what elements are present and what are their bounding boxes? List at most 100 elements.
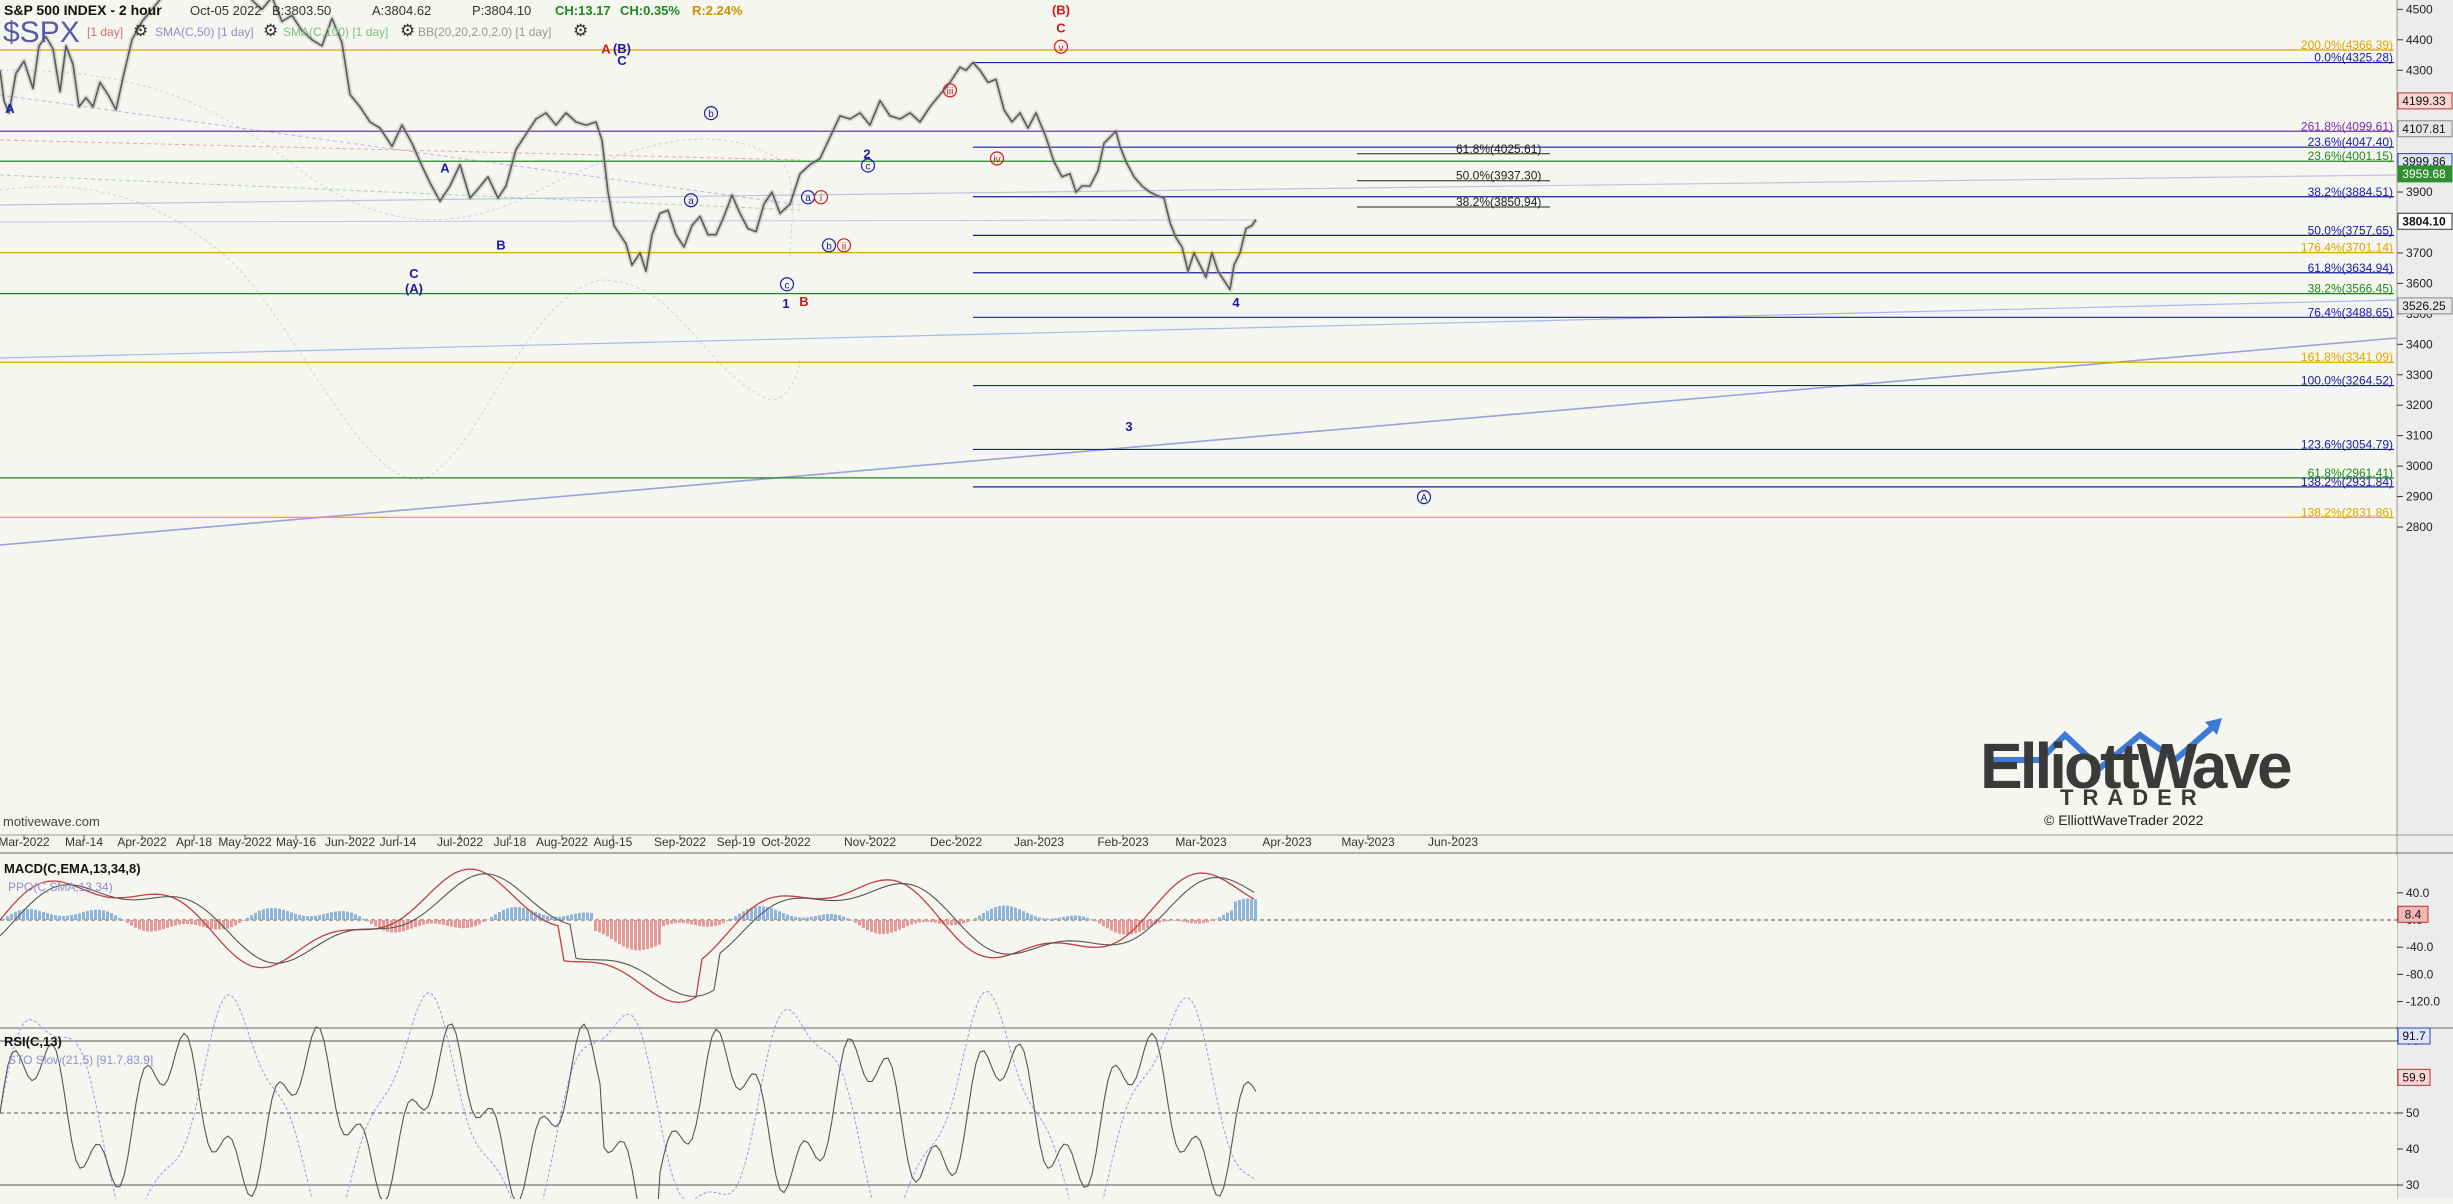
- gear-icon[interactable]: ⚙: [133, 21, 148, 40]
- macd-histogram-bar: [310, 916, 313, 920]
- macd-histogram-bar: [98, 910, 101, 920]
- macd-histogram-bar: [110, 913, 113, 920]
- x-tick-label: Feb-2023: [1097, 835, 1149, 849]
- macd-histogram-bar: [646, 920, 649, 949]
- macd-histogram-bar: [522, 908, 525, 920]
- ppo-title: PPO(C,SMA,13,34): [8, 880, 113, 894]
- x-tick-label: Apr-2022: [117, 835, 167, 849]
- chart-canvas[interactable]: 2800290030003100320033003400350036003700…: [0, 0, 2453, 1199]
- macd-histogram-bar: [2, 919, 5, 920]
- macd-histogram-bar: [1218, 917, 1221, 920]
- macd-histogram-bar: [326, 913, 329, 920]
- y-tick-label: 4400: [2406, 33, 2433, 47]
- macd-histogram-bar: [494, 914, 497, 920]
- macd-histogram-bar: [418, 920, 421, 926]
- macd-histogram-bar: [1238, 900, 1241, 920]
- gear-icon[interactable]: ⚙: [263, 21, 278, 40]
- macd-histogram-bar: [58, 916, 61, 920]
- macd-histogram-bar: [274, 908, 277, 920]
- macd-histogram-bar: [950, 920, 953, 925]
- macd-histogram-bar: [354, 914, 357, 920]
- macd-histogram-bar: [626, 920, 629, 948]
- macd-histogram-bar: [434, 920, 437, 924]
- wave-label: 4: [1232, 295, 1240, 310]
- macd-histogram-bar: [986, 911, 989, 920]
- macd-histogram-bar: [706, 920, 709, 927]
- macd-histogram-bar: [178, 920, 181, 925]
- macd-histogram-bar: [346, 912, 349, 920]
- macd-histogram-bar: [902, 920, 905, 928]
- macd-histogram-bar: [114, 915, 117, 920]
- macd-histogram-bar: [794, 917, 797, 920]
- macd-histogram-bar: [886, 920, 889, 934]
- macd-histogram-bar: [66, 916, 69, 920]
- macd-histogram-bar: [598, 920, 601, 932]
- macd-histogram-bar: [106, 912, 109, 920]
- header-bid: B:3803.50: [272, 3, 331, 18]
- macd-histogram-bar: [1074, 916, 1077, 920]
- y-tick-label: 3400: [2406, 337, 2433, 351]
- macd-pane[interactable]: [0, 855, 2397, 1026]
- price-badge-label: 3804.10: [2402, 214, 2446, 228]
- fib-label: 38.2%(3884.51): [2308, 185, 2393, 199]
- rsi-badge-label: 59.9: [2402, 1070, 2426, 1084]
- macd-histogram-bar: [462, 920, 465, 928]
- fib-label: 61.8%(3634.94): [2308, 261, 2393, 275]
- macd-histogram-bar: [718, 920, 721, 925]
- macd-histogram-bar: [630, 920, 633, 950]
- macd-histogram-bar: [298, 915, 301, 920]
- macd-histogram-bar: [682, 920, 685, 923]
- macd-histogram-bar: [170, 920, 173, 927]
- macd-histogram-bar: [730, 919, 733, 920]
- macd-histogram-bar: [70, 915, 73, 920]
- fib-label: 176.4%(3701.14): [2301, 241, 2393, 255]
- macd-histogram-bar: [1162, 920, 1165, 922]
- macd-histogram-bar: [330, 912, 333, 920]
- macd-histogram-bar: [578, 913, 581, 920]
- macd-histogram-bar: [406, 920, 409, 930]
- price-badge-label: 3526.25: [2402, 299, 2446, 313]
- macd-histogram-bar: [314, 916, 317, 920]
- macd-histogram-bar: [994, 907, 997, 920]
- rsi-pane[interactable]: [0, 1030, 2397, 1199]
- wave-circle-label: iv: [993, 155, 1000, 166]
- price-pane[interactable]: [0, 0, 2397, 835]
- macd-histogram-bar: [1046, 919, 1049, 920]
- rsi-badge-label: 91.7: [2402, 1029, 2426, 1043]
- header-date: Oct-05 2022: [190, 3, 262, 18]
- macd-histogram-bar: [118, 918, 121, 920]
- fib-label: 100.0%(3264.52): [2301, 374, 2393, 388]
- macd-histogram-bar: [482, 920, 485, 922]
- macd-histogram-bar: [514, 907, 517, 920]
- macd-histogram-bar: [582, 913, 585, 920]
- macd-histogram-bar: [806, 917, 809, 920]
- y-tick-label: 3300: [2406, 368, 2433, 382]
- wave-label: A: [601, 42, 611, 57]
- macd-histogram-bar: [1106, 920, 1109, 928]
- macd-histogram-bar: [686, 920, 689, 924]
- macd-histogram-bar: [1186, 920, 1189, 923]
- macd-histogram-bar: [814, 916, 817, 920]
- macd-histogram-bar: [1210, 920, 1213, 921]
- header-range: R:2.24%: [692, 3, 743, 18]
- macd-histogram-bar: [894, 920, 897, 931]
- y-tick-label: 2800: [2406, 520, 2433, 534]
- gear-icon[interactable]: ⚙: [573, 21, 588, 40]
- macd-histogram-bar: [186, 920, 189, 924]
- macd-histogram-bar: [650, 920, 653, 948]
- header-price: P:3804.10: [472, 3, 531, 18]
- macd-histogram-bar: [238, 920, 241, 923]
- header-change: CH:13.17: [555, 3, 611, 18]
- x-tick-label: Jul-2022: [437, 835, 483, 849]
- macd-histogram-bar: [78, 913, 81, 920]
- macd-histogram-bar: [710, 920, 713, 927]
- macd-histogram-bar: [498, 912, 501, 920]
- macd-histogram-bar: [618, 920, 621, 944]
- gear-icon[interactable]: ⚙: [400, 21, 415, 40]
- y-tick-label: 4300: [2406, 63, 2433, 77]
- macd-histogram-bar: [190, 920, 193, 924]
- macd-histogram-bar: [334, 911, 337, 920]
- macd-histogram-bar: [126, 920, 129, 923]
- macd-histogram-bar: [46, 913, 49, 920]
- fib-label: 123.6%(3054.79): [2301, 437, 2393, 451]
